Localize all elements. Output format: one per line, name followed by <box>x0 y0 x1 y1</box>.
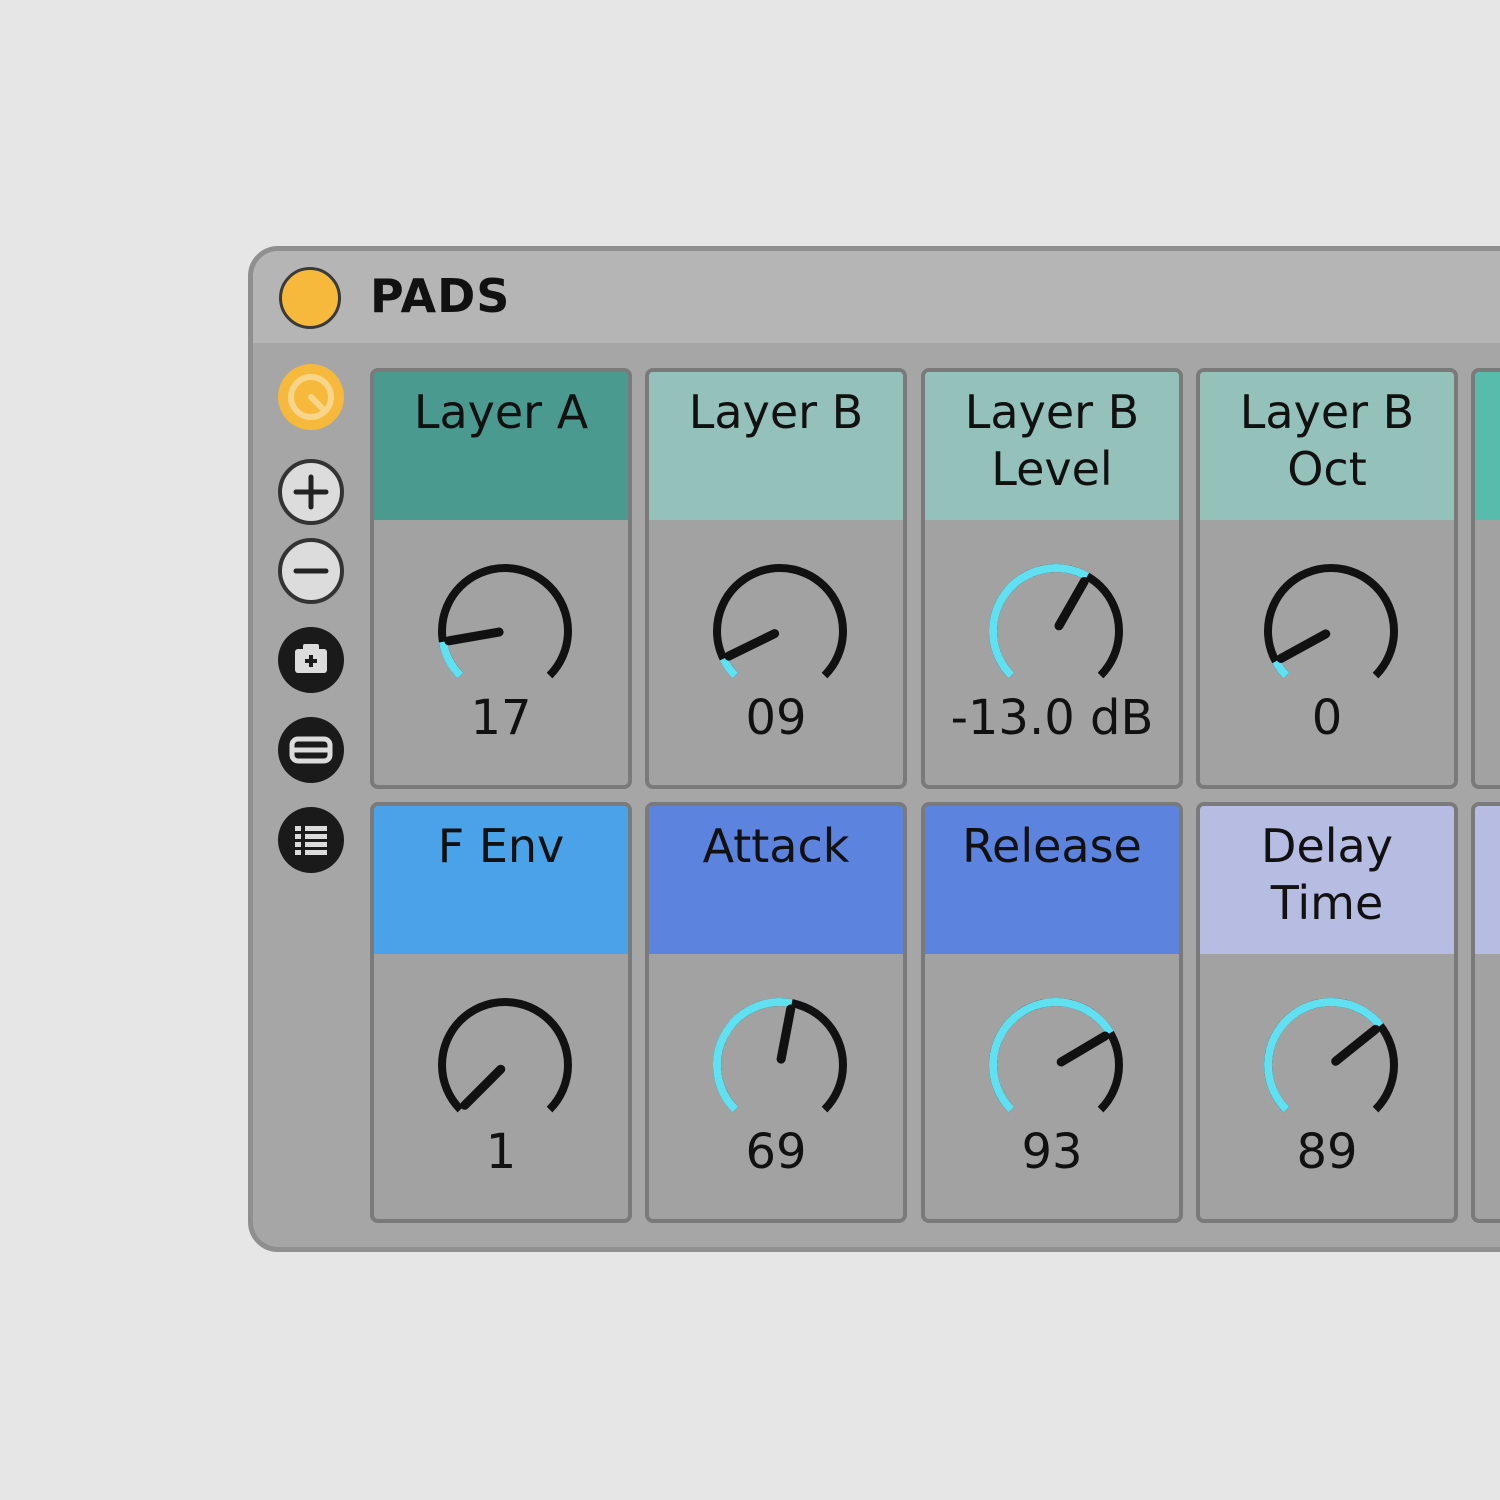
add-button[interactable] <box>278 459 344 525</box>
device-title: PADS <box>370 269 511 323</box>
knob-needle <box>1276 629 1331 663</box>
randomize-icon <box>289 736 333 764</box>
knob-track <box>438 998 572 1113</box>
knob-value-arc <box>719 656 739 679</box>
macro-knob[interactable] <box>431 991 579 1139</box>
minus-icon <box>293 568 329 574</box>
macro-label <box>1475 806 1500 954</box>
knob-value-arc <box>1272 659 1290 679</box>
macro-label: F Env <box>374 806 628 954</box>
rack-device: PADS Layer A 17 Layer B 09 Layer B Level… <box>248 246 1500 1252</box>
macro-7[interactable]: Release 93 <box>921 802 1183 1223</box>
macro-value: 93 <box>1021 1124 1083 1180</box>
knob-needle <box>444 627 504 646</box>
macro-label: Layer B Level <box>925 372 1179 520</box>
macro-label: Layer A <box>374 372 628 520</box>
snapshot-icon <box>295 644 327 673</box>
macro-6[interactable]: Attack 69 <box>645 802 907 1223</box>
knob-needle <box>1056 1031 1110 1067</box>
plus-icon <box>293 474 329 510</box>
macro-partial-1[interactable] <box>1471 368 1500 789</box>
knob-value-arc <box>989 564 1090 679</box>
macro-2[interactable]: Layer B 09 <box>645 368 907 789</box>
macro-label: Delay Time <box>1200 806 1454 954</box>
macro-knob[interactable] <box>1257 557 1405 705</box>
macro-1[interactable]: Layer A 17 <box>370 368 632 789</box>
knob-value-arc <box>438 640 464 679</box>
macro-knob[interactable] <box>1257 991 1405 1139</box>
macro-knob[interactable] <box>431 557 579 705</box>
macro-5[interactable]: F Env 1 <box>370 802 632 1223</box>
macro-value: 89 <box>1296 1124 1358 1180</box>
macro-label <box>1475 372 1500 520</box>
macro-value: 1 <box>485 1124 517 1180</box>
macro-label: Layer B Oct <box>1200 372 1454 520</box>
knob-needle <box>776 1004 796 1064</box>
macro-knob[interactable] <box>706 991 854 1139</box>
macro-knob[interactable] <box>706 557 854 705</box>
macro-value: 17 <box>470 690 532 746</box>
macro-value: 69 <box>745 1124 807 1180</box>
remove-button[interactable] <box>278 538 344 604</box>
knob-needle <box>1331 1024 1380 1066</box>
snapshot-button[interactable] <box>278 627 344 693</box>
macro-4[interactable]: Layer B Oct 0 <box>1196 368 1458 789</box>
macro-knob[interactable] <box>982 991 1130 1139</box>
macro-3[interactable]: Layer B Level -13.0 dB <box>921 368 1183 789</box>
knob-value-arc <box>1264 998 1384 1113</box>
macro-value: -13.0 dB <box>950 690 1154 746</box>
randomize-button[interactable] <box>278 717 344 783</box>
knob-needle <box>724 629 780 661</box>
list-icon <box>295 826 327 855</box>
macro-8[interactable]: Delay Time 89 <box>1196 802 1458 1223</box>
knob-needle <box>460 1064 506 1110</box>
macro-map-icon <box>288 374 334 420</box>
macro-knob[interactable] <box>982 557 1130 705</box>
macro-map-button[interactable] <box>278 364 344 430</box>
macro-label: Attack <box>649 806 903 954</box>
device-title-bar[interactable]: PADS <box>253 251 1500 343</box>
macro-value: 09 <box>745 690 807 746</box>
knob-value-arc <box>989 998 1114 1113</box>
device-power-toggle[interactable] <box>279 267 341 329</box>
variations-button[interactable] <box>278 807 344 873</box>
knob-track <box>713 564 847 679</box>
macro-partial-2[interactable] <box>1471 802 1500 1223</box>
macro-label: Layer B <box>649 372 903 520</box>
macro-label: Release <box>925 806 1179 954</box>
knob-needle <box>1054 576 1089 631</box>
macro-value: 0 <box>1311 690 1343 746</box>
knob-track <box>438 564 572 679</box>
